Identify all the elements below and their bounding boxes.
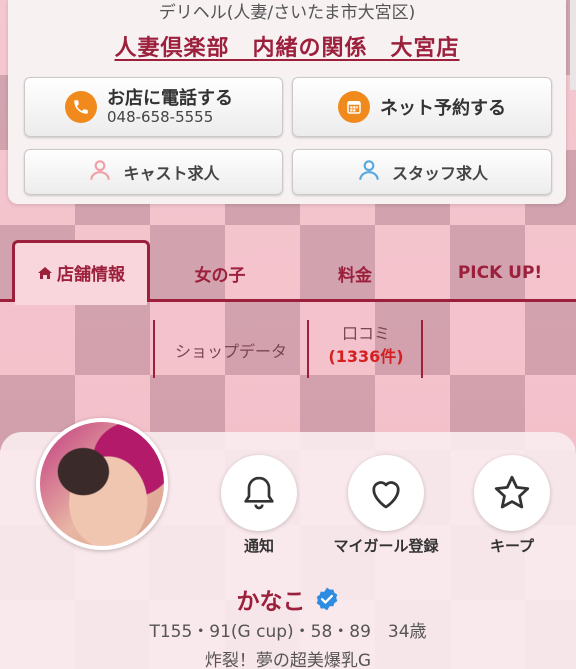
shop-data-link[interactable]: ショップデータ xyxy=(162,338,300,362)
avatar[interactable] xyxy=(36,418,168,550)
sub-navigation: ショップデータ 口コミ (1336件) xyxy=(0,320,576,380)
cast-recruit-label: キャスト求人 xyxy=(123,164,220,183)
person-icon xyxy=(87,157,113,187)
tab-pickup[interactable]: PICK UP! xyxy=(430,244,570,302)
keep-label: キープ xyxy=(489,537,535,555)
mygirl-label: マイガール登録 xyxy=(333,537,439,555)
sub-divider xyxy=(307,320,309,378)
sub-divider xyxy=(421,320,423,378)
notify-button[interactable] xyxy=(221,455,297,531)
review-label: 口コミ xyxy=(341,324,390,343)
keep-button[interactable] xyxy=(474,455,550,531)
verified-badge-icon xyxy=(316,587,337,611)
staff-recruit-button[interactable]: スタッフ求人 xyxy=(292,149,552,195)
net-reserve-button[interactable]: ネット予約する xyxy=(292,77,552,137)
tab-shop-info-label: 店舗情報 xyxy=(57,265,125,285)
shop-category: デリヘル(人妻/さいたま市大宮区) xyxy=(158,3,416,23)
staff-recruit-label: スタッフ求人 xyxy=(391,164,488,183)
person-icon xyxy=(356,157,382,187)
reserve-label: ネット予約する xyxy=(380,98,506,119)
cast-recruit-button[interactable]: キャスト求人 xyxy=(24,149,283,195)
phone-icon xyxy=(65,91,97,123)
home-icon xyxy=(38,266,52,279)
call-text: お店に電話する 048-658-5555 xyxy=(107,89,233,125)
mygirl-register-button[interactable] xyxy=(348,455,424,531)
shop-header-card: デリヘル(人妻/さいたま市大宮区) 人妻倶楽部 内緒の関係 大宮店 お店に電話す… xyxy=(8,0,566,204)
girl-stats: T155・91(G cup)・58・89 34歳 xyxy=(149,622,427,642)
phone-number: 048-658-5555 xyxy=(107,107,214,126)
tab-girls[interactable]: 女の子 xyxy=(160,244,280,302)
review-link[interactable]: 口コミ (1336件) xyxy=(312,322,420,368)
review-count: (1336件) xyxy=(328,347,404,367)
star-icon xyxy=(494,475,530,509)
call-label: お店に電話する xyxy=(107,87,233,109)
girl-name: かなこ xyxy=(236,589,306,615)
girl-name-row: かなこ xyxy=(0,582,576,616)
main-tabs: 店舗情報 女の子 料金 PICK UP! xyxy=(0,236,576,305)
call-shop-button[interactable]: お店に電話する 048-658-5555 xyxy=(24,77,283,137)
bell-icon xyxy=(244,476,274,510)
scrollbar[interactable] xyxy=(570,0,576,90)
tab-price[interactable]: 料金 xyxy=(300,244,410,302)
heart-icon xyxy=(372,481,400,509)
shop-name-link[interactable]: 人妻倶楽部 内緒の関係 大宮店 xyxy=(8,30,566,62)
tab-shop-info[interactable]: 店舗情報 xyxy=(12,240,150,305)
sub-divider xyxy=(153,320,155,378)
calendar-icon xyxy=(338,91,370,123)
notify-label: 通知 xyxy=(243,537,274,555)
girl-catchphrase: 炸裂！夢の超美爆乳G xyxy=(204,651,372,669)
